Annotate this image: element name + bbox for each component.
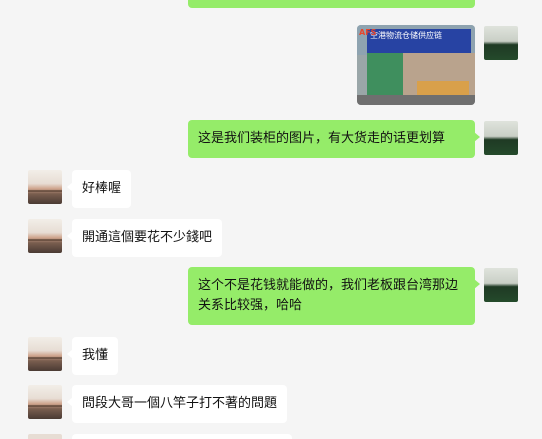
message-bubble-received[interactable]: 好棒喔 xyxy=(66,170,132,208)
message-text: 这是我们装柜的图片，有大货走的话更划算 xyxy=(198,131,446,146)
message-text: 開通這個要花不少錢吧 xyxy=(82,230,213,245)
contact-avatar[interactable] xyxy=(28,337,62,371)
image-message[interactable]: 空港物流仓储供应链 AFS xyxy=(357,25,475,105)
message-text: 問段大哥一個八竿子打不著的問題 xyxy=(82,396,278,411)
message-bubble-received[interactable]: 我懂 xyxy=(66,337,119,375)
contact-avatar-partial[interactable] xyxy=(28,434,62,439)
photo-ground xyxy=(357,95,475,105)
contact-avatar[interactable] xyxy=(28,170,62,204)
photo-sign-text: 空港物流仓储供应链 xyxy=(370,31,442,40)
message-text: 我懂 xyxy=(82,348,109,363)
message-bubble-received[interactable]: 問段大哥一個八竿子打不著的問題 xyxy=(66,385,288,423)
message-text: 这个不是花钱就能做的，我们老板跟台湾那边关系比较强，哈哈 xyxy=(198,278,459,313)
my-avatar[interactable] xyxy=(484,26,518,60)
my-avatar[interactable] xyxy=(484,121,518,155)
message-bubble-sent[interactable]: 这个不是花钱就能做的，我们老板跟台湾那边关系比较强，哈哈 xyxy=(188,267,480,325)
message-bubble-partial[interactable] xyxy=(72,434,292,439)
avatar-detail xyxy=(28,190,62,193)
message-bubble-partial[interactable] xyxy=(188,0,475,8)
avatar-detail xyxy=(28,405,62,408)
avatar-detail xyxy=(28,239,62,242)
my-avatar[interactable] xyxy=(484,268,518,302)
message-text: 好棒喔 xyxy=(82,181,122,196)
photo-sign: 空港物流仓储供应链 xyxy=(367,29,471,53)
avatar-detail xyxy=(28,357,62,360)
contact-avatar[interactable] xyxy=(28,219,62,253)
photo-logo: AFS xyxy=(359,28,377,37)
contact-avatar[interactable] xyxy=(28,385,62,419)
chat-message-list[interactable]: 空港物流仓储供应链 AFS 这是我们装柜的图片，有大货走的话更划算 好棒喔 開通… xyxy=(0,0,542,439)
photo-truck xyxy=(367,53,403,97)
message-bubble-received[interactable]: 開通這個要花不少錢吧 xyxy=(66,219,223,257)
message-bubble-sent[interactable]: 这是我们装柜的图片，有大货走的话更划算 xyxy=(188,120,480,158)
